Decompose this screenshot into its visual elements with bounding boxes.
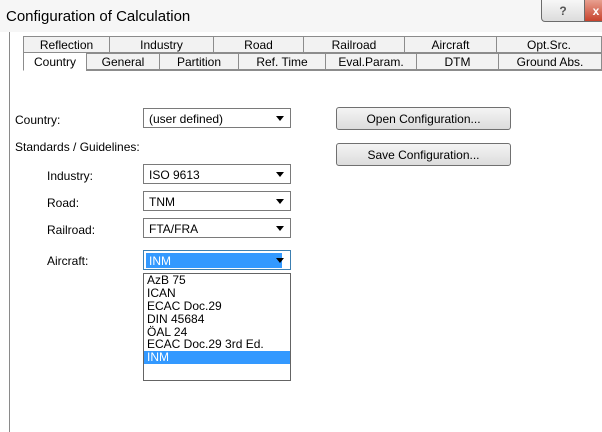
aircraft-select-value: INM: [146, 253, 282, 268]
tab-dtm[interactable]: DTM: [416, 53, 498, 70]
chevron-down-icon: [276, 199, 284, 204]
tab-ref-time[interactable]: Ref. Time: [238, 53, 325, 70]
tab-road[interactable]: Road: [213, 36, 303, 53]
title-bar: Configuration of Calculation ? x: [0, 0, 602, 32]
dropdown-option[interactable]: ICAN: [144, 286, 290, 300]
standards-label: Standards / Guidelines:: [15, 140, 140, 154]
window-title: Configuration of Calculation: [6, 8, 191, 25]
aircraft-select[interactable]: INM: [143, 250, 291, 270]
road-label: Road:: [47, 196, 80, 210]
dropdown-option[interactable]: AzB 75: [144, 274, 290, 287]
tab-railroad[interactable]: Railroad: [303, 36, 404, 53]
tab-row-back: Reflection Industry Road Railroad Aircra…: [23, 36, 602, 53]
country-select[interactable]: (user defined): [143, 108, 291, 128]
dropdown-option[interactable]: DIN 45684: [144, 312, 290, 326]
country-label: Country:: [15, 113, 61, 127]
open-configuration-button[interactable]: Open Configuration...: [336, 107, 511, 130]
industry-select[interactable]: ISO 9613: [143, 164, 291, 184]
aircraft-label: Aircraft:: [47, 254, 89, 268]
dropdown-option-selected[interactable]: INM: [144, 351, 290, 365]
tab-industry[interactable]: Industry: [109, 36, 213, 53]
railroad-select-value: FTA/FRA: [149, 222, 199, 236]
save-configuration-button[interactable]: Save Configuration...: [336, 143, 511, 166]
country-select-value: (user defined): [149, 112, 224, 126]
tab-reflection[interactable]: Reflection: [23, 36, 109, 53]
tab-eval-param[interactable]: Eval.Param.: [325, 53, 416, 70]
tab-panel-border: [23, 70, 602, 71]
road-select-value: TNM: [149, 195, 175, 209]
chevron-down-icon: [276, 172, 284, 177]
tab-country[interactable]: Country: [23, 52, 86, 71]
tab-opt-src[interactable]: Opt.Src.: [496, 36, 602, 53]
road-select[interactable]: TNM: [143, 191, 291, 211]
aircraft-dropdown-list: AzB 75 ICAN ECAC Doc.29 DIN 45684 ÖAL 24…: [143, 273, 291, 381]
tab-ground-abs[interactable]: Ground Abs.: [498, 53, 602, 70]
tab-row-front: Country General Partition Ref. Time Eval…: [23, 52, 602, 71]
help-button[interactable]: ?: [541, 0, 585, 22]
close-button[interactable]: x: [584, 0, 602, 22]
railroad-label: Railroad:: [47, 223, 96, 237]
dialog-body: [9, 32, 602, 432]
tab-general[interactable]: General: [86, 53, 159, 70]
industry-select-value: ISO 9613: [149, 168, 200, 182]
chevron-down-icon: [276, 226, 284, 231]
tab-aircraft[interactable]: Aircraft: [404, 36, 496, 53]
dropdown-option[interactable]: ECAC Doc.29: [144, 299, 290, 313]
chevron-down-icon: [276, 116, 284, 121]
railroad-select[interactable]: FTA/FRA: [143, 218, 291, 238]
tab-partition[interactable]: Partition: [159, 53, 238, 70]
chevron-down-icon: [276, 258, 284, 263]
industry-label: Industry:: [47, 169, 94, 183]
